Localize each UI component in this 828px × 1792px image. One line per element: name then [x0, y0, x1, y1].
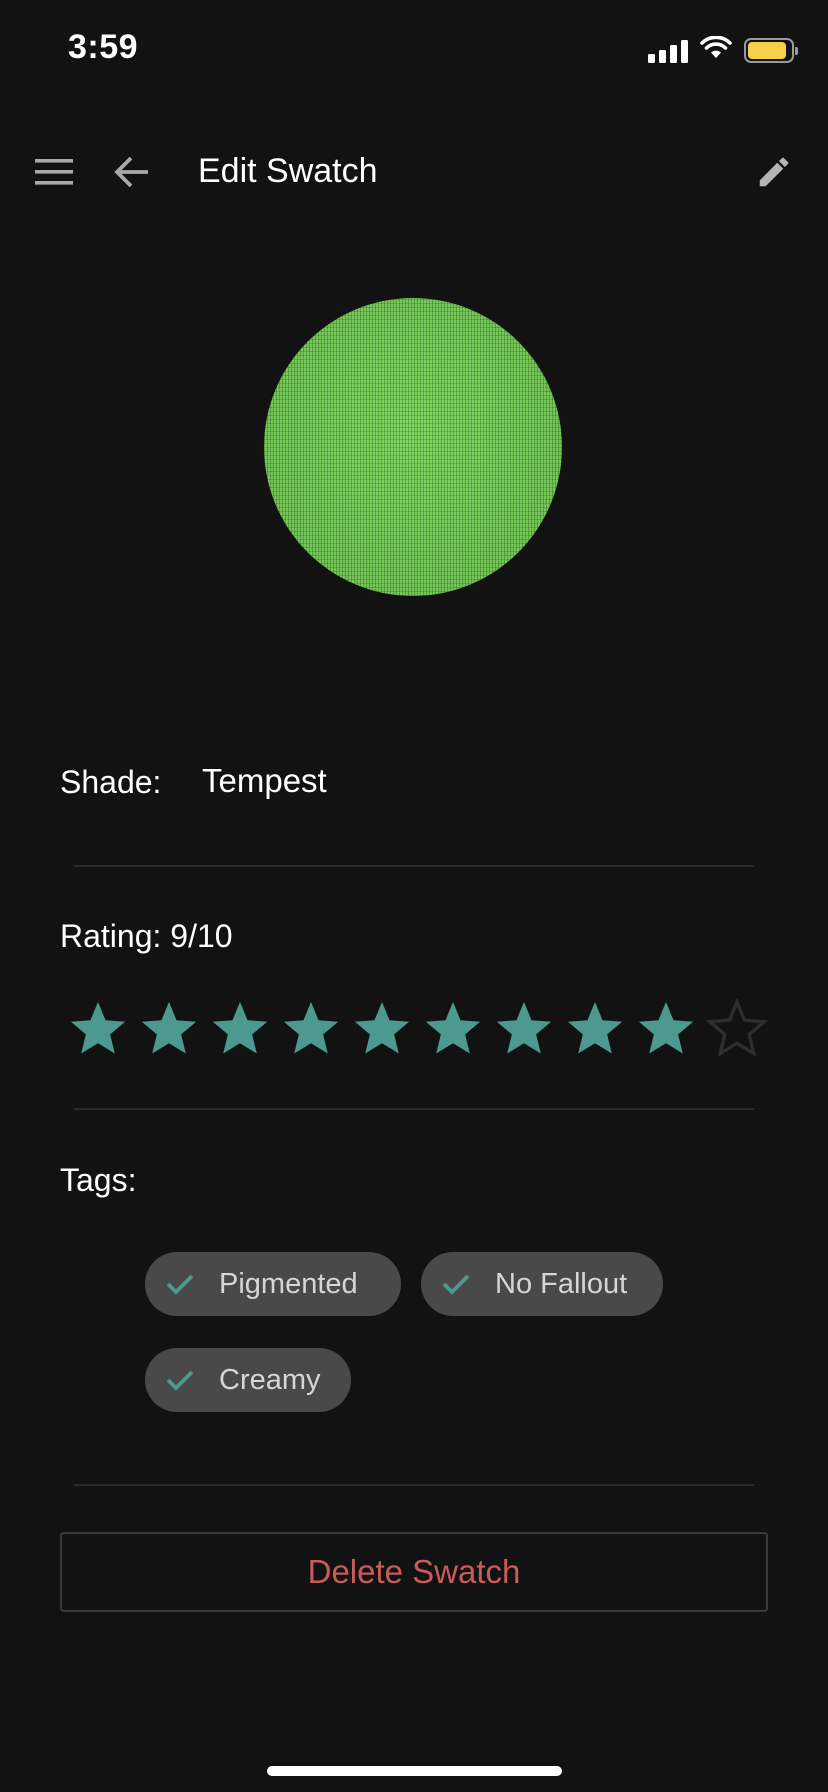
star-rating[interactable]: [62, 994, 772, 1064]
tag-chip-pigmented[interactable]: Pigmented: [145, 1252, 401, 1316]
cellular-signal-icon: [648, 39, 688, 63]
check-icon: [163, 1267, 197, 1301]
status-icons: [648, 35, 798, 65]
check-icon: [439, 1267, 473, 1301]
star-filled-icon[interactable]: [204, 994, 275, 1064]
tag-chip-no-fallout[interactable]: No Fallout: [421, 1252, 663, 1316]
tag-chip-label: No Fallout: [495, 1267, 628, 1300]
star-filled-icon[interactable]: [417, 994, 488, 1064]
page-title: Edit Swatch: [198, 152, 378, 190]
star-filled-icon[interactable]: [133, 994, 204, 1064]
divider: [74, 865, 754, 867]
star-filled-icon[interactable]: [275, 994, 346, 1064]
divider: [74, 1484, 754, 1486]
rating-label: Rating: 9/10: [60, 918, 233, 954]
menu-button[interactable]: [22, 142, 86, 206]
battery-icon: [744, 38, 798, 63]
back-button[interactable]: [100, 142, 164, 206]
check-icon: [163, 1363, 197, 1397]
tag-chip-label: Pigmented: [219, 1267, 358, 1300]
tags-label: Tags:: [60, 1162, 137, 1198]
divider: [74, 1108, 754, 1110]
status-time: 3:59: [68, 28, 139, 66]
menu-icon: [35, 157, 73, 192]
status-bar: 3:59: [0, 0, 828, 96]
star-filled-icon[interactable]: [346, 994, 417, 1064]
swatch-image: [264, 298, 562, 596]
edit-button[interactable]: [742, 142, 806, 206]
star-filled-icon[interactable]: [62, 994, 133, 1064]
shade-label: Shade:: [60, 764, 162, 800]
shade-value: Tempest: [202, 762, 327, 799]
star-empty-icon[interactable]: [701, 994, 772, 1064]
arrow-left-icon: [114, 155, 150, 194]
wifi-icon: [700, 35, 732, 65]
edit-swatch-screen: 3:59 Edit Swatch Shade: Tempest Rating: …: [0, 0, 828, 1792]
tag-chip-label: Creamy: [219, 1363, 321, 1396]
pencil-icon: [755, 153, 793, 196]
home-indicator: [267, 1766, 562, 1776]
star-filled-icon[interactable]: [559, 994, 630, 1064]
tag-chip-creamy[interactable]: Creamy: [145, 1348, 351, 1412]
delete-swatch-button[interactable]: Delete Swatch: [60, 1532, 768, 1612]
app-bar: Edit Swatch: [0, 128, 828, 220]
star-filled-icon[interactable]: [630, 994, 701, 1064]
star-filled-icon[interactable]: [488, 994, 559, 1064]
